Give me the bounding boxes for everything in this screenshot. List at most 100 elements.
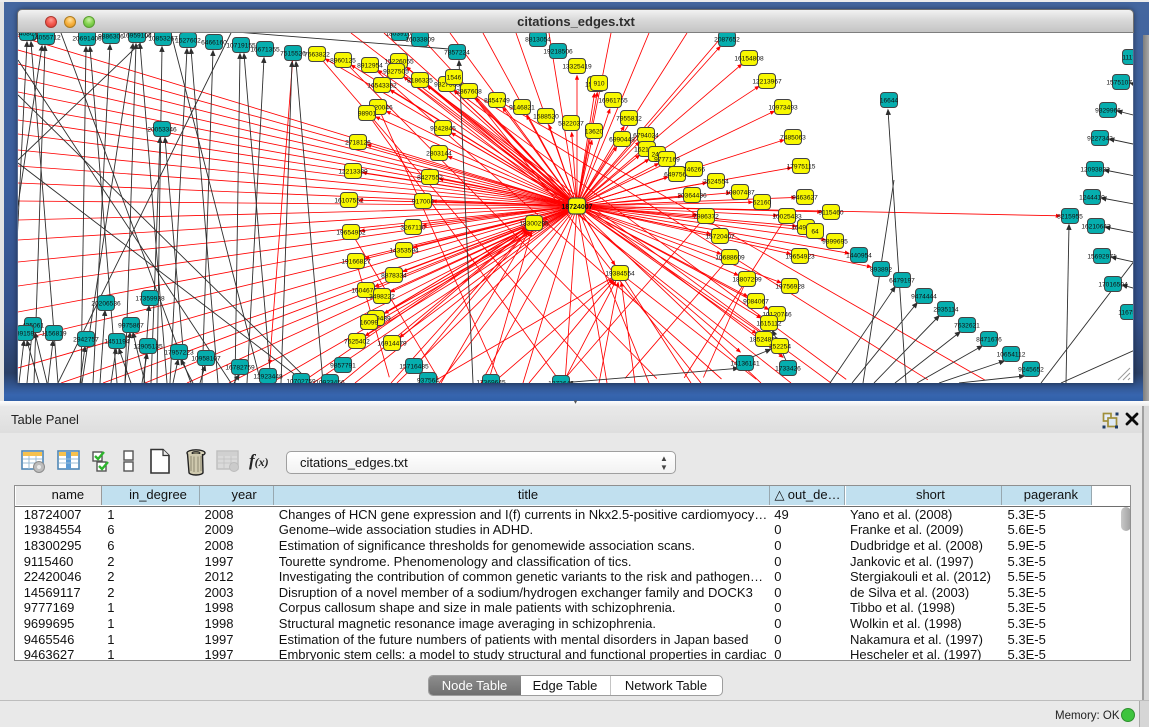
- svg-text:12213967: 12213967: [752, 78, 782, 85]
- svg-text:9777169: 9777169: [654, 156, 680, 163]
- svg-text:16154808: 16154808: [734, 55, 764, 62]
- svg-text:16099: 16099: [360, 319, 379, 326]
- svg-text:116753: 116753: [1118, 309, 1134, 316]
- svg-text:13620: 13620: [585, 128, 604, 135]
- svg-text:8960125: 8960125: [330, 57, 356, 64]
- svg-text:1546: 1546: [447, 74, 462, 81]
- svg-text:6990448: 6990448: [609, 136, 635, 143]
- svg-text:12213389: 12213389: [338, 168, 368, 175]
- svg-text:11172: 11172: [1122, 54, 1134, 61]
- svg-text:2942757: 2942757: [73, 336, 99, 343]
- svg-text:1615112: 1615112: [756, 320, 782, 327]
- svg-text:9857791: 9857791: [330, 362, 356, 369]
- svg-text:9227342: 9227342: [1087, 135, 1113, 142]
- svg-text:1588520: 1588520: [533, 113, 559, 120]
- svg-text:20364436: 20364436: [677, 192, 707, 199]
- svg-text:13325419: 13325419: [562, 63, 592, 70]
- svg-text:9084067: 9084067: [743, 298, 769, 305]
- svg-text:9245652: 9245652: [1018, 366, 1044, 373]
- svg-text:14136141: 14136141: [730, 360, 760, 367]
- svg-text:20206536: 20206536: [91, 300, 121, 307]
- svg-text:17957223: 17957223: [164, 349, 194, 356]
- svg-text:16033809: 16033809: [405, 36, 435, 43]
- svg-text:1733426: 1733426: [775, 365, 801, 372]
- svg-text:16914479: 16914479: [377, 340, 407, 347]
- svg-text:10702759: 10702759: [286, 378, 316, 383]
- svg-text:8454749: 8454749: [484, 97, 510, 104]
- svg-text:14055712: 14055712: [31, 34, 61, 41]
- svg-text:15720407: 15720407: [705, 233, 735, 240]
- svg-text:8912954: 8912954: [357, 62, 383, 69]
- svg-text:8813054: 8813054: [525, 36, 551, 43]
- svg-text:19654952: 19654952: [336, 229, 366, 236]
- svg-text:6794024: 6794024: [633, 132, 659, 139]
- svg-text:20053346: 20053346: [147, 126, 177, 133]
- svg-text:19756928: 19756928: [775, 283, 805, 290]
- svg-text:937564: 937564: [417, 377, 439, 383]
- svg-text:15716485: 15716485: [399, 363, 429, 370]
- svg-text:9474444: 9474444: [911, 293, 937, 300]
- svg-text:6479197: 6479197: [889, 277, 915, 284]
- svg-text:10654112: 10654112: [997, 351, 1026, 358]
- svg-text:917004: 917004: [412, 198, 434, 205]
- svg-text:7955812: 7955812: [616, 115, 642, 122]
- svg-text:9886306: 9886306: [98, 33, 124, 40]
- svg-text:5822037: 5822037: [558, 120, 584, 127]
- svg-text:10025433: 10025433: [772, 213, 802, 220]
- svg-text:7986372: 7986372: [693, 213, 719, 220]
- svg-text:7485063: 7485063: [780, 134, 806, 141]
- svg-text:893892: 893892: [870, 266, 892, 273]
- svg-text:10973493: 10973493: [768, 104, 798, 111]
- svg-text:1527602: 1527602: [175, 37, 201, 44]
- svg-text:16961755: 16961755: [598, 97, 628, 104]
- svg-text:15751074: 15751074: [1106, 79, 1134, 86]
- svg-text:9899695: 9899695: [822, 238, 848, 245]
- svg-text:16644: 16644: [880, 97, 899, 104]
- svg-text:12093822: 12093822: [1080, 166, 1110, 173]
- svg-text:9242845: 9242845: [430, 125, 456, 132]
- svg-text:17369645: 17369645: [476, 379, 506, 383]
- svg-text:3624554: 3624554: [703, 178, 729, 185]
- svg-text:252254: 252254: [769, 343, 791, 350]
- svg-text:10958107: 10958107: [191, 355, 221, 362]
- svg-text:8186325: 8186325: [407, 77, 433, 84]
- svg-text:8878334: 8878334: [381, 272, 407, 279]
- svg-text:2935114: 2935114: [933, 306, 959, 313]
- svg-text:2803144: 2803144: [426, 150, 452, 157]
- svg-text:18724007: 18724007: [561, 204, 592, 211]
- svg-text:9329966: 9329966: [1095, 107, 1121, 114]
- svg-text:16107552: 16107552: [334, 197, 364, 204]
- svg-text:8215955: 8215955: [1057, 213, 1083, 220]
- svg-text:64: 64: [811, 228, 819, 235]
- svg-text:9975867: 9975867: [118, 322, 144, 329]
- svg-text:98901: 98901: [358, 110, 377, 117]
- svg-text:746266: 746266: [683, 166, 705, 173]
- svg-text:16782759: 16782759: [225, 364, 255, 371]
- svg-text:1156819: 1156819: [41, 330, 67, 337]
- svg-text:12923448: 12923448: [253, 373, 283, 380]
- svg-text:1451194: 1451194: [104, 338, 130, 345]
- svg-text:10807487: 10807487: [725, 189, 755, 196]
- svg-text:15692971: 15692971: [1087, 253, 1117, 260]
- svg-text:39159: 39159: [18, 330, 34, 337]
- svg-text:2867608: 2867608: [456, 88, 482, 95]
- svg-text:10923456: 10923456: [315, 379, 345, 383]
- svg-text:8427552: 8427552: [417, 174, 443, 181]
- svg-text:9463627: 9463627: [792, 194, 818, 201]
- svg-text:18300295: 18300295: [519, 220, 549, 227]
- svg-text:8471676: 8471676: [976, 336, 1002, 343]
- svg-text:910: 910: [593, 80, 604, 87]
- svg-text:2087652: 2087652: [714, 36, 740, 43]
- svg-text:18807299: 18807299: [732, 276, 762, 283]
- svg-text:1373645: 1373645: [548, 380, 574, 383]
- svg-text:2718126: 2718126: [345, 139, 371, 146]
- svg-text:9115460: 9115460: [818, 209, 844, 216]
- svg-text:3498222: 3498222: [369, 293, 395, 300]
- svg-text:1244419: 1244419: [1079, 194, 1105, 201]
- svg-text:7632621: 7632621: [954, 322, 980, 329]
- svg-text:19384554: 19384554: [605, 270, 635, 277]
- svg-text:7857224: 7857224: [444, 49, 470, 56]
- svg-text:16543382: 16543382: [367, 82, 397, 89]
- svg-text:7515526: 7515526: [280, 50, 306, 57]
- svg-text:10688609: 10688609: [715, 254, 745, 261]
